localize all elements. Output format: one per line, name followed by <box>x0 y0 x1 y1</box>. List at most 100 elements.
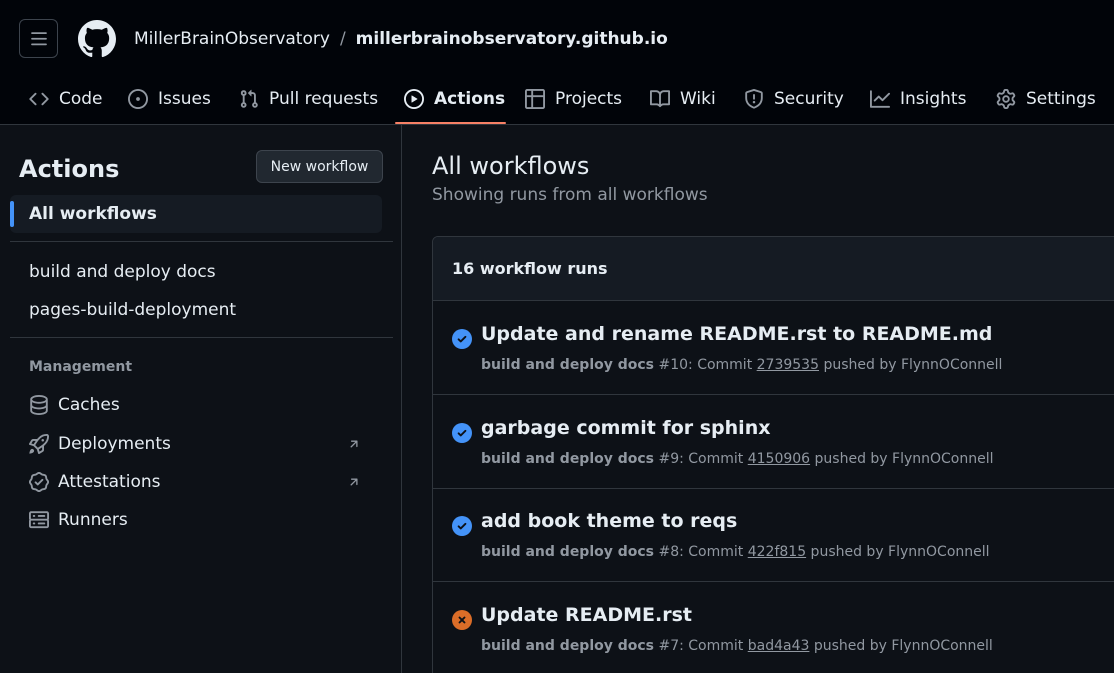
run-workflow-name: build and deploy docs <box>481 544 655 560</box>
sidebar-item-deployments[interactable]: Deployments <box>10 425 382 463</box>
run-meta: build and deploy docs #9: Commit 4150906… <box>481 451 994 467</box>
tab-code[interactable]: Code <box>29 72 103 125</box>
page-subtitle: Showing runs from all workflows <box>432 185 708 205</box>
github-logo-icon[interactable] <box>78 20 116 58</box>
sidebar-divider <box>10 337 393 338</box>
sidebar-item-label: build and deploy docs <box>29 262 216 282</box>
tab-wiki-label: Wiki <box>680 88 716 109</box>
sidebar-item-pages-build-deployment[interactable]: pages-build-deployment <box>10 291 382 329</box>
shield-icon <box>745 88 763 109</box>
tab-code-label: Code <box>59 88 103 109</box>
hamburger-menu-button[interactable] <box>19 19 58 58</box>
run-workflow-name: build and deploy docs <box>481 638 655 654</box>
book-icon <box>650 89 670 107</box>
workflow-runs-list: 16 workflow runs Update and rename READM… <box>432 236 1114 673</box>
management-heading: Management <box>29 359 133 375</box>
tab-actions-label: Actions <box>434 88 506 109</box>
tab-issues-label: Issues <box>158 88 211 109</box>
run-number: #9: Commit <box>654 451 748 467</box>
run-workflow-name: build and deploy docs <box>481 451 655 467</box>
commit-sha-link[interactable]: 4150906 <box>748 451 810 467</box>
run-workflow-name: build and deploy docs <box>481 357 655 373</box>
run-title-link[interactable]: garbage commit for sphinx <box>481 417 770 439</box>
tab-pull-requests-label: Pull requests <box>269 88 379 109</box>
active-item-indicator <box>10 201 14 227</box>
tab-security[interactable]: Security <box>744 72 844 125</box>
sidebar-item-all-workflows[interactable]: All workflows <box>10 195 382 233</box>
run-number: #7: Commit <box>654 638 748 654</box>
tab-issues[interactable]: Issues <box>128 72 211 125</box>
run-pusher: pushed by FlynnOConnell <box>819 357 1003 373</box>
sidebar-item-label: Attestations <box>58 472 161 492</box>
sidebar-item-label: All workflows <box>29 204 157 224</box>
selected-tab-underline <box>395 122 506 124</box>
tab-insights[interactable]: Insights <box>870 72 966 125</box>
commit-sha-link[interactable]: 2739535 <box>757 357 819 373</box>
verified-icon <box>29 472 49 492</box>
run-pusher: pushed by FlynnOConnell <box>806 544 990 560</box>
workflow-run-row[interactable]: add book theme to reqs build and deploy … <box>433 488 1114 582</box>
play-icon <box>404 88 424 109</box>
issue-opened-icon <box>128 88 148 109</box>
run-meta: build and deploy docs #8: Commit 422f815… <box>481 544 990 560</box>
run-number: #8: Commit <box>654 544 748 560</box>
tab-actions[interactable]: Actions <box>404 72 505 125</box>
git-pull-request-icon <box>240 89 258 108</box>
tab-projects-label: Projects <box>555 88 623 109</box>
link-external-icon <box>350 440 358 448</box>
tab-security-label: Security <box>774 88 844 109</box>
tab-pull-requests[interactable]: Pull requests <box>239 72 378 125</box>
new-workflow-button[interactable]: New workflow <box>256 150 383 183</box>
x-circle-fill-icon <box>452 610 472 630</box>
sidebar-item-label: Deployments <box>58 434 171 454</box>
commit-sha-link[interactable]: bad4a43 <box>748 638 810 654</box>
table-icon <box>525 88 545 109</box>
code-icon <box>29 92 49 105</box>
server-icon <box>29 511 49 529</box>
breadcrumb-owner-link[interactable]: MillerBrainObservatory <box>134 28 330 50</box>
runs-count: 16 workflow runs <box>452 259 608 278</box>
database-icon <box>30 395 48 415</box>
tab-settings[interactable]: Settings <box>996 72 1096 125</box>
sidebar-divider <box>10 241 393 242</box>
workflow-run-row[interactable]: Update README.rst build and deploy docs … <box>433 582 1114 673</box>
run-title-link[interactable]: Update README.rst <box>481 604 692 626</box>
breadcrumb: MillerBrainObservatory / millerbrainobse… <box>134 28 668 50</box>
tab-insights-label: Insights <box>900 88 967 109</box>
repo-nav-tabs: Code Issues Pull requests Actions Projec… <box>0 72 1114 125</box>
sidebar-item-label: Caches <box>58 395 120 415</box>
breadcrumb-repo-link[interactable]: millerbrainobservatory.github.io <box>356 28 668 50</box>
run-title-link[interactable]: add book theme to reqs <box>481 510 737 532</box>
sidebar-item-label: Runners <box>58 510 128 530</box>
link-external-icon <box>350 478 358 486</box>
check-circle-fill-icon <box>452 423 472 443</box>
check-circle-fill-icon <box>452 329 472 349</box>
breadcrumb-separator: / <box>339 29 346 49</box>
tab-projects[interactable]: Projects <box>525 72 622 125</box>
page-title: All workflows <box>432 152 590 180</box>
tab-wiki[interactable]: Wiki <box>650 72 716 125</box>
run-pusher: pushed by FlynnOConnell <box>809 638 993 654</box>
runs-count-header: 16 workflow runs <box>433 237 1114 301</box>
rocket-icon <box>29 434 49 454</box>
hamburger-icon <box>30 31 47 45</box>
sidebar-item-caches[interactable]: Caches <box>10 386 382 424</box>
sidebar-item-attestations[interactable]: Attestations <box>10 463 382 501</box>
workflow-run-row[interactable]: Update and rename README.rst to README.m… <box>433 301 1114 395</box>
sidebar-title: Actions <box>19 155 120 183</box>
sidebar-item-runners[interactable]: Runners <box>10 501 382 539</box>
actions-sidebar: Actions New workflow All workflows build… <box>0 125 402 673</box>
workflow-run-row[interactable]: garbage commit for sphinx build and depl… <box>433 395 1114 489</box>
run-title-link[interactable]: Update and rename README.rst to README.m… <box>481 323 992 345</box>
tab-settings-label: Settings <box>1026 88 1096 109</box>
workflow-runs-main: All workflows Showing runs from all work… <box>403 125 1114 673</box>
gear-icon <box>996 88 1016 109</box>
repo-header: MillerBrainObservatory / millerbrainobse… <box>0 0 1114 125</box>
sidebar-item-label: pages-build-deployment <box>29 300 237 320</box>
sidebar-item-build-and-deploy-docs[interactable]: build and deploy docs <box>10 253 382 291</box>
graph-icon <box>870 89 890 108</box>
check-circle-fill-icon <box>452 516 472 536</box>
commit-sha-link[interactable]: 422f815 <box>748 544 806 560</box>
run-pusher: pushed by FlynnOConnell <box>810 451 994 467</box>
run-number: #10: Commit <box>654 357 757 373</box>
